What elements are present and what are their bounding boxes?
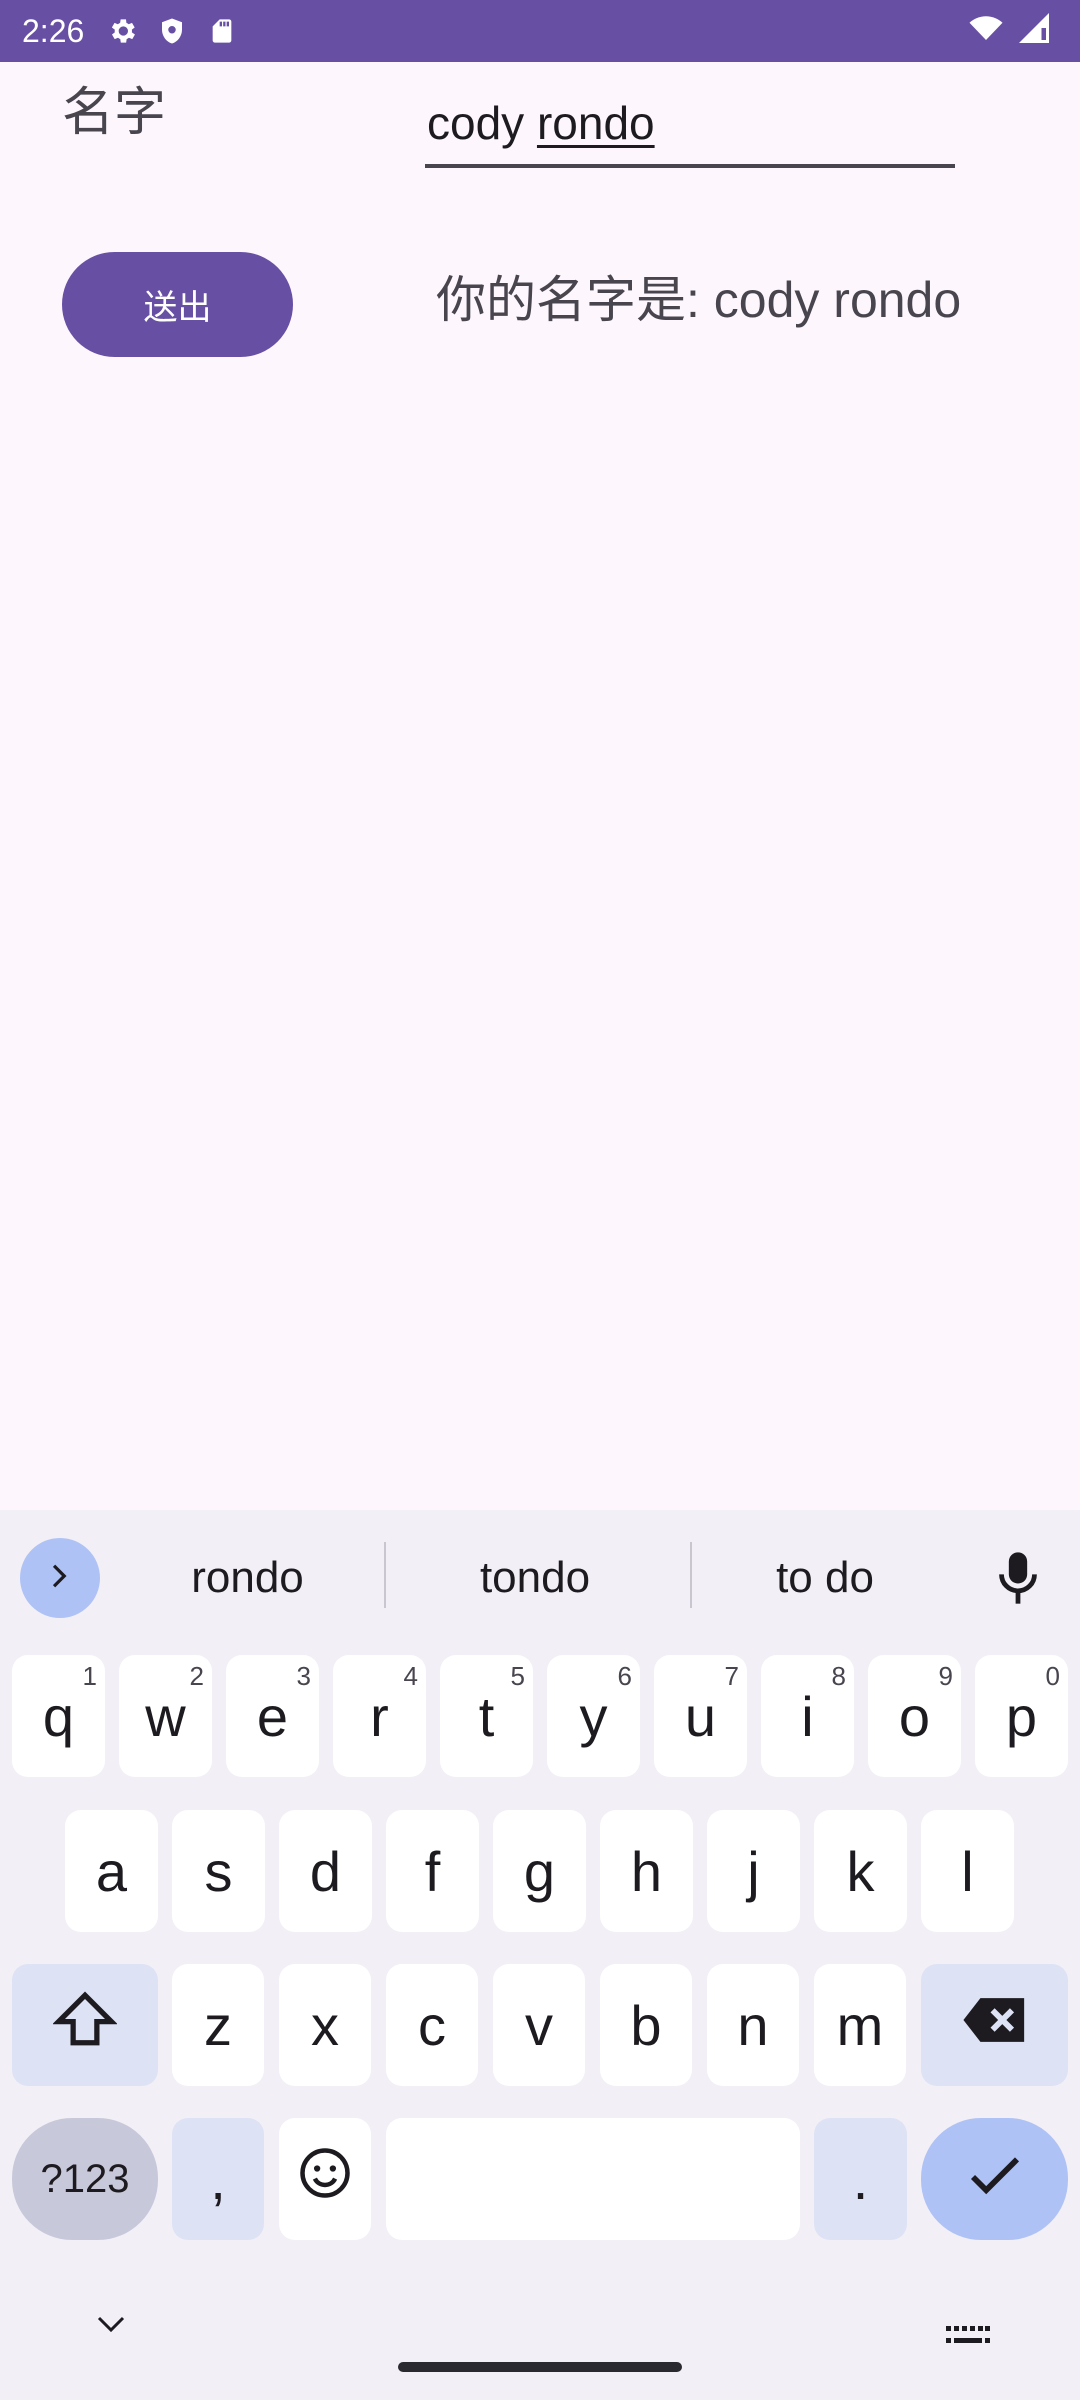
suggestion-divider (384, 1542, 386, 1608)
key-h[interactable]: h (600, 1810, 693, 1932)
key-w[interactable]: w2 (119, 1655, 212, 1777)
key-hint: 6 (617, 1661, 632, 1691)
shift-key[interactable] (12, 1964, 158, 2086)
key-hint: 5 (510, 1661, 525, 1691)
keyboard-switch-icon[interactable] (946, 2326, 990, 2344)
key-hint: 0 (1045, 1661, 1060, 1691)
name-label: 名字 (62, 83, 167, 143)
key-f[interactable]: f (386, 1810, 479, 1932)
key-label: r (370, 1684, 389, 1748)
chevron-right-icon (43, 1559, 77, 1597)
suggestion-2[interactable]: tondo (400, 1540, 670, 1616)
key-hint: 2 (189, 1661, 204, 1691)
keyboard: rondo tondo to do q1w2e3r4t5y6u7i8o9p0 a… (0, 1510, 1080, 2400)
comma-key[interactable]: , (172, 2118, 264, 2240)
signal-icon (1016, 10, 1052, 50)
input-committed-text: cody (427, 97, 537, 149)
hide-keyboard-chevron-icon[interactable] (95, 2312, 127, 2336)
status-right-icons (966, 10, 1052, 50)
key-r[interactable]: r4 (333, 1655, 426, 1777)
key-label: u (684, 1684, 717, 1748)
shift-icon (52, 1990, 118, 2061)
key-hint: 9 (938, 1661, 953, 1691)
key-z[interactable]: z (172, 1964, 264, 2086)
key-n[interactable]: n (707, 1964, 799, 2086)
key-m[interactable]: m (814, 1964, 906, 2086)
key-label: o (898, 1684, 931, 1748)
period-key[interactable]: . (814, 2118, 907, 2240)
checkmark-icon (968, 2147, 1022, 2212)
key-label: e (256, 1684, 289, 1748)
emoji-key[interactable] (279, 2118, 371, 2240)
name-input[interactable]: cody rondo (425, 90, 955, 168)
key-k[interactable]: k (814, 1810, 907, 1932)
key-v[interactable]: v (493, 1964, 585, 2086)
space-key[interactable] (386, 2118, 800, 2240)
suggestion-bar: rondo tondo to do (0, 1510, 1080, 1640)
key-g[interactable]: g (493, 1810, 586, 1932)
settings-icon (104, 13, 140, 49)
key-q[interactable]: q1 (12, 1655, 105, 1777)
key-hint: 7 (724, 1661, 739, 1691)
key-a[interactable]: a (65, 1810, 158, 1932)
suggestion-1[interactable]: rondo (130, 1540, 365, 1616)
key-d[interactable]: d (279, 1810, 372, 1932)
key-hint: 3 (296, 1661, 311, 1691)
key-label: p (1005, 1684, 1038, 1748)
microphone-icon[interactable] (990, 1548, 1046, 1608)
key-u[interactable]: u7 (654, 1655, 747, 1777)
key-l[interactable]: l (921, 1810, 1014, 1932)
key-y[interactable]: y6 (547, 1655, 640, 1777)
key-t[interactable]: t5 (440, 1655, 533, 1777)
input-composing-text: rondo (536, 97, 655, 149)
key-label: i (801, 1684, 814, 1748)
done-key[interactable] (921, 2118, 1068, 2240)
result-text: 你的名字是: cody rondo (436, 272, 962, 328)
key-j[interactable]: j (707, 1810, 800, 1932)
key-s[interactable]: s (172, 1810, 265, 1932)
backspace-key[interactable] (921, 1964, 1068, 2086)
expand-toolbar-button[interactable] (20, 1538, 100, 1618)
key-b[interactable]: b (600, 1964, 692, 2086)
key-p[interactable]: p0 (975, 1655, 1068, 1777)
suggestion-divider (690, 1542, 692, 1608)
wifi-icon (966, 10, 1006, 50)
key-label: y (579, 1684, 608, 1748)
shield-icon (154, 13, 190, 49)
key-x[interactable]: x (279, 1964, 371, 2086)
key-i[interactable]: i8 (761, 1655, 854, 1777)
key-o[interactable]: o9 (868, 1655, 961, 1777)
suggestion-3[interactable]: to do (710, 1540, 940, 1616)
key-hint: 1 (82, 1661, 97, 1691)
home-indicator[interactable] (398, 2362, 682, 2372)
submit-button[interactable]: 送出 (62, 252, 293, 357)
backspace-icon (961, 1993, 1029, 2058)
key-label: q (42, 1684, 75, 1748)
key-hint: 4 (403, 1661, 418, 1691)
symbols-key[interactable]: ?123 (12, 2118, 158, 2240)
sd-card-icon (204, 13, 240, 49)
key-c[interactable]: c (386, 1964, 478, 2086)
emoji-icon (298, 2146, 352, 2213)
status-bar: 2:26 (0, 0, 1080, 62)
key-label: w (145, 1684, 186, 1748)
status-time: 2:26 (22, 12, 85, 49)
key-hint: 8 (831, 1661, 846, 1691)
key-label: t (478, 1684, 495, 1748)
key-e[interactable]: e3 (226, 1655, 319, 1777)
